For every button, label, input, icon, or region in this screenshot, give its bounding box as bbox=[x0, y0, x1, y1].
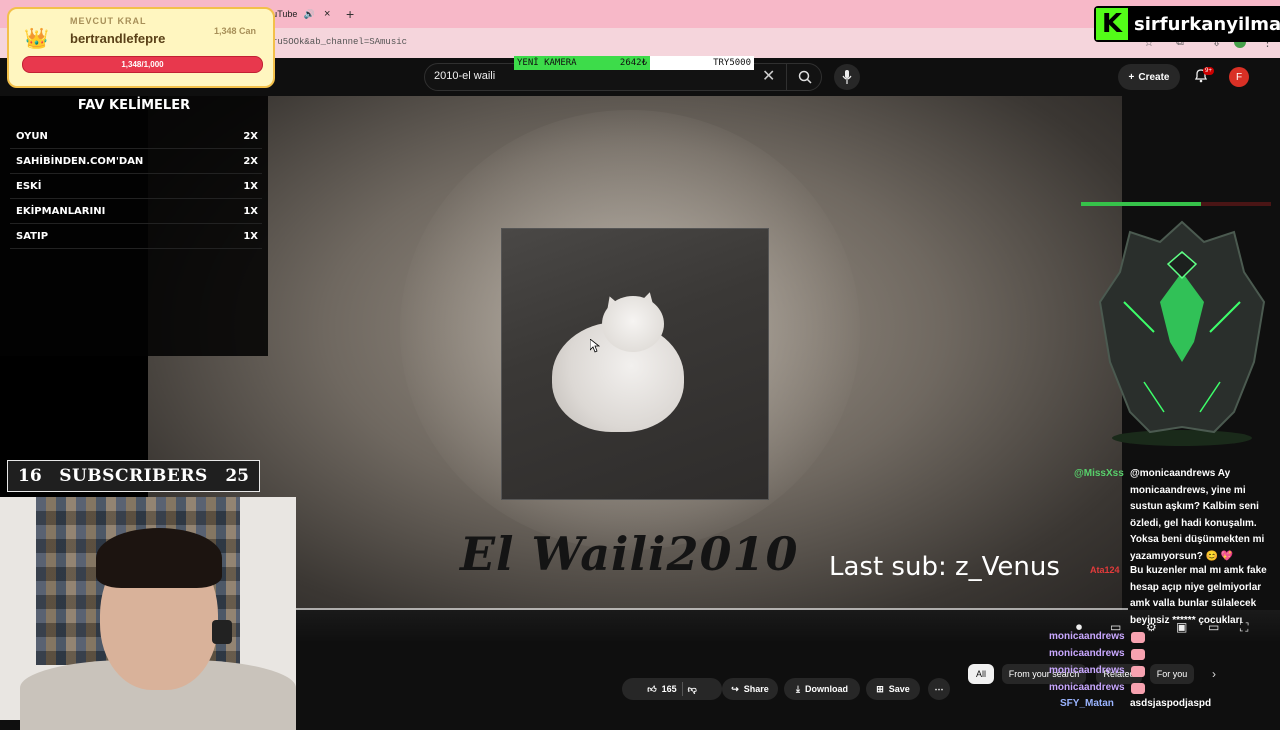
goal-progress-fill: YENİ KAMERA 2642₺ bbox=[514, 56, 650, 70]
chip-all[interactable]: All bbox=[968, 664, 994, 684]
save-label: Save bbox=[888, 684, 910, 694]
heart-emote-icon bbox=[1131, 649, 1145, 660]
fav-count: 1X bbox=[243, 180, 258, 192]
chat-message: Bu kuzenler mal mı amk fake hesap açıp n… bbox=[1130, 565, 1267, 626]
like-dislike-button[interactable]: 👍︎ 165 👎︎ bbox=[622, 678, 722, 700]
fav-words-title: FAV KELİMELER bbox=[77, 98, 191, 113]
fav-word-row: EKİPMANLARINI 1X bbox=[10, 199, 262, 224]
chat-message: @monicaandrews Ay monicaandrews, yine mi… bbox=[1130, 468, 1265, 562]
tab-close-icon[interactable]: × bbox=[324, 4, 330, 24]
king-name: bertrandlefepre bbox=[70, 31, 166, 46]
fav-word-row: SAHİBİNDEN.COM'DAN 2X bbox=[10, 149, 262, 174]
fav-word: SAHİBİNDEN.COM'DAN bbox=[16, 155, 144, 167]
headset-icon bbox=[212, 620, 232, 644]
account-avatar[interactable]: F bbox=[1229, 67, 1249, 87]
more-icon: ⋯ bbox=[934, 683, 944, 694]
new-tab-button[interactable]: + bbox=[346, 4, 354, 24]
microphone-icon bbox=[842, 70, 852, 84]
kick-channel-badge: K sirfurkanyilmaz bbox=[1094, 6, 1280, 42]
download-icon: ⤓ bbox=[796, 683, 800, 694]
create-label: Create bbox=[1138, 71, 1170, 83]
king-coins: 1,348 Can bbox=[214, 26, 257, 36]
chat-username[interactable]: Ata124 bbox=[1090, 565, 1120, 575]
kick-username: sirfurkanyilmaz bbox=[1134, 13, 1280, 35]
video-title-overlay: El Waili2010 bbox=[460, 527, 799, 581]
chat-mention[interactable]: monicaandrews bbox=[1049, 682, 1125, 693]
fav-word: SATIP bbox=[16, 230, 49, 242]
character-health-bar bbox=[1081, 202, 1201, 206]
thumbs-up-icon: 👍︎ bbox=[647, 683, 657, 694]
fav-word-row: SATIP 1X bbox=[10, 224, 262, 249]
fav-count: 2X bbox=[243, 130, 258, 142]
share-button[interactable]: ↪ Share bbox=[722, 678, 778, 700]
fav-word: ESKİ bbox=[16, 180, 42, 192]
chat-mention[interactable]: monicaandrews bbox=[1049, 648, 1125, 659]
chat-username[interactable]: SFY_Matan bbox=[1060, 698, 1114, 709]
fav-word-row: ESKİ 1X bbox=[10, 174, 262, 199]
thumbs-down-icon[interactable]: 👎︎ bbox=[688, 684, 697, 695]
mouse-cursor-icon bbox=[590, 339, 600, 353]
goal-item: YENİ KAMERA bbox=[517, 58, 577, 68]
search-icon bbox=[798, 70, 812, 84]
subscribers-label: SUBSCRIBERS bbox=[59, 466, 208, 486]
kick-logo-icon: K bbox=[1096, 8, 1128, 40]
voice-search-button[interactable] bbox=[834, 64, 860, 90]
share-icon: ↪ bbox=[731, 683, 739, 694]
goal-remaining: TRY5000 bbox=[650, 56, 754, 70]
heart-emote-icon bbox=[1131, 683, 1145, 694]
more-actions-button[interactable]: ⋯ bbox=[928, 678, 950, 700]
subscribers-counter: 16 SUBSCRIBERS 25 bbox=[7, 460, 260, 492]
subscribers-goal: 25 bbox=[225, 466, 249, 486]
like-count: 165 bbox=[661, 684, 677, 694]
chat-mention[interactable]: monicaandrews bbox=[1049, 631, 1125, 642]
chevron-right-icon[interactable]: › bbox=[1212, 667, 1216, 681]
cat-head bbox=[602, 296, 664, 352]
chip-for-you[interactable]: For you bbox=[1150, 664, 1194, 684]
save-button[interactable]: ⊞ Save bbox=[866, 678, 920, 700]
notification-badge: 9+ bbox=[1203, 67, 1214, 75]
speaker-icon: 🔊 bbox=[303, 9, 316, 19]
crown-icon: 👑 bbox=[24, 28, 49, 50]
armored-character-image bbox=[1098, 220, 1266, 446]
king-label: MEVCUT KRAL bbox=[70, 16, 147, 26]
fav-word: OYUN bbox=[16, 130, 48, 142]
download-label: Download bbox=[804, 684, 848, 694]
fav-word-row: OYUN 2X bbox=[10, 124, 262, 149]
search-query[interactable]: 2010-el waili bbox=[434, 70, 495, 82]
last-subscriber-text: Last sub: z_Venus bbox=[829, 552, 1060, 582]
goal-amount: 2642₺ bbox=[619, 58, 647, 68]
chat-username[interactable]: @MissXss bbox=[1074, 468, 1124, 479]
heart-emote-icon bbox=[1131, 666, 1145, 677]
chat-mention[interactable]: monicaandrews bbox=[1049, 665, 1125, 676]
create-button[interactable]: + Create bbox=[1118, 64, 1180, 90]
chat-message: asdsjaspodjaspd bbox=[1130, 698, 1212, 709]
url-text[interactable]: ru5OOk&ab_channel=SAmusic bbox=[272, 37, 407, 47]
fav-word: EKİPMANLARINI bbox=[16, 205, 106, 217]
fav-count: 1X bbox=[243, 205, 258, 217]
download-button[interactable]: ⤓ Download bbox=[784, 678, 860, 700]
clear-search-icon[interactable]: ✕ bbox=[762, 66, 775, 86]
fav-count: 1X bbox=[243, 230, 258, 242]
goal-target: TRY5000 bbox=[713, 58, 751, 68]
heart-emote-icon bbox=[1131, 632, 1145, 643]
streamer-hair bbox=[96, 528, 222, 588]
share-label: Share bbox=[743, 684, 769, 694]
save-icon: ⊞ bbox=[876, 683, 884, 694]
king-progress-bar: 1,348/1,000 bbox=[22, 56, 263, 73]
plus-icon: + bbox=[1128, 71, 1135, 83]
fav-count: 2X bbox=[243, 155, 258, 167]
search-button[interactable] bbox=[786, 63, 822, 91]
donation-goal-ticker: YENİ KAMERA 2642₺ TRY5000 bbox=[514, 56, 754, 70]
like-separator bbox=[681, 682, 683, 696]
subscribers-current: 16 bbox=[18, 466, 42, 486]
